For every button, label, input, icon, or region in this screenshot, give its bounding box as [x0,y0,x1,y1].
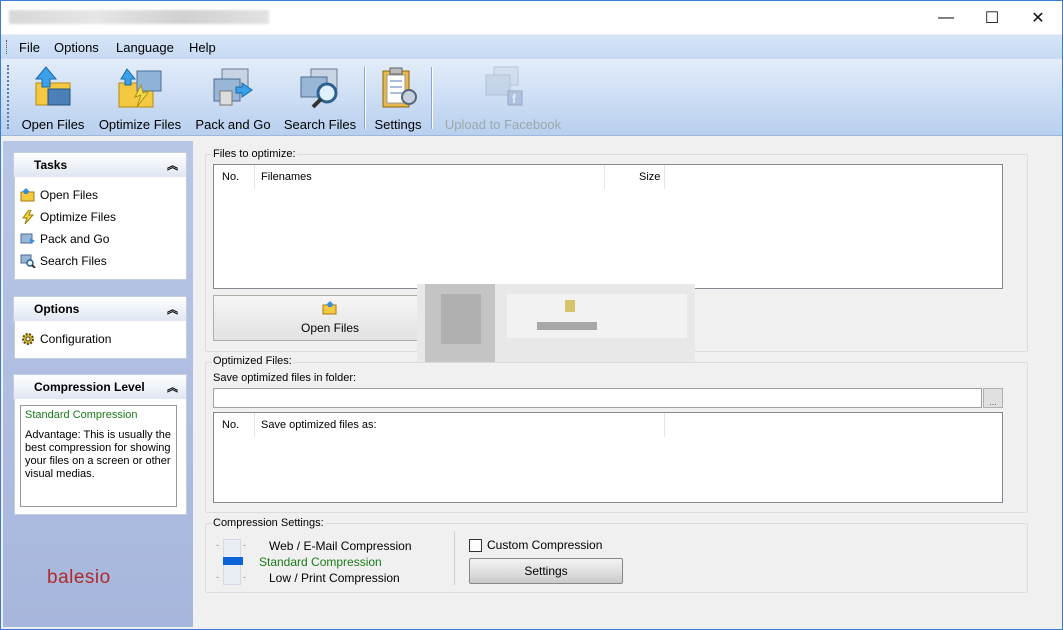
task-search-files[interactable]: Search Files [20,252,107,270]
task-pack-and-go[interactable]: Pack and Go [20,230,109,248]
compression-settings-label: Compression Settings: [212,517,325,529]
level-low-print[interactable]: Low / Print Compression [269,571,400,585]
compression-settings-button[interactable]: Settings [469,558,623,584]
column-save-as[interactable]: Save optimized files as: [261,413,377,437]
column-filenames[interactable]: Filenames [261,165,312,189]
task-sidebar: Tasks ︽ Open Files Optimize Files Pack a… [3,141,193,627]
toolbar-settings-button[interactable]: Settings [371,59,425,135]
gear-icon [22,333,34,345]
menu-file[interactable]: File [19,40,40,55]
compression-info-box: Standard Compression Advantage: This is … [20,405,177,507]
level-web-email[interactable]: Web / E-Mail Compression [269,539,412,553]
column-no[interactable]: No. [222,165,239,189]
files-to-optimize-label: Files to optimize: [212,148,297,160]
slider-tick: - [216,572,219,582]
toolbar: Open Files Optimize Files Pack and Go Se… [1,59,1062,136]
upload-facebook-icon: f [485,66,523,106]
menu-help[interactable]: Help [189,40,216,55]
menu-language[interactable]: Language [116,40,174,55]
pack-icon [20,233,35,244]
title-bar: — ☐ ✕ [1,1,1062,34]
task-open-files[interactable]: Open Files [20,186,98,204]
minimize-button[interactable]: — [923,1,969,34]
column-no[interactable]: No. [222,413,239,437]
task-optimize-files[interactable]: Optimize Files [20,208,116,226]
files-list[interactable]: No. Filenames Size [213,164,1003,289]
compression-description: Advantage: This is usually the best comp… [25,429,171,480]
column-separator [604,165,605,189]
level-standard[interactable]: Standard Compression [259,555,382,569]
compression-panel: Standard Compression Advantage: This is … [14,399,187,515]
compression-slider-thumb[interactable] [223,557,243,565]
compression-panel-header[interactable]: Compression Level ︽ [13,374,187,400]
compression-level-text: Standard Compression [25,409,138,421]
toolbar-upload-facebook-button[interactable]: f Upload to Facebook [439,59,567,135]
open-files-button[interactable]: Open Files [213,295,447,341]
custom-compression-label[interactable]: Custom Compression [487,538,602,552]
column-separator [254,413,255,437]
toolbar-separator [364,67,365,129]
toolbar-search-files-button[interactable]: Search Files [283,59,357,135]
tasks-panel-header[interactable]: Tasks ︽ [13,152,187,178]
optimize-files-icon [118,68,162,108]
collapse-chevron-icon: ︽ [167,382,178,394]
balesio-logo: balesio [47,567,111,588]
collapse-chevron-icon: ︽ [167,304,178,316]
toolbar-optimize-files-button[interactable]: Optimize Files [97,59,183,135]
slider-tick: - [243,572,246,582]
column-separator [254,165,255,189]
column-separator [664,165,665,189]
pixelated-overlay [417,284,695,362]
option-configuration[interactable]: Configuration [20,330,111,348]
save-folder-label: Save optimized files in folder: [212,372,358,384]
app-window: — ☐ ✕ File Options Language Help Open Fi… [0,0,1063,630]
close-button[interactable]: ✕ [1015,1,1061,34]
open-files-icon [34,66,71,106]
window-title-blurred [9,10,269,24]
folder-open-icon [322,301,337,315]
optimized-files-list[interactable]: No. Save optimized files as: [213,412,1003,503]
toolbar-grip [7,65,11,129]
save-folder-input[interactable] [213,388,982,408]
menu-bar: File Options Language Help [1,35,1062,59]
slider-tick: - [243,540,246,550]
column-separator [664,413,665,437]
browse-folder-button[interactable]: ... [983,388,1003,408]
toolbar-pack-and-go-button[interactable]: Pack and Go [193,59,273,135]
optimized-files-label: Optimized Files: [212,355,293,367]
search-files-icon [300,68,338,109]
options-panel: Configuration [14,321,187,359]
slider-tick: - [216,540,219,550]
settings-divider [454,531,455,585]
lightning-icon [22,210,35,224]
menu-options[interactable]: Options [54,40,99,55]
options-panel-header[interactable]: Options ︽ [13,296,187,322]
menu-grip [6,40,9,54]
tasks-panel: Open Files Optimize Files Pack and Go Se… [14,177,187,280]
search-icon [20,254,36,268]
collapse-chevron-icon: ︽ [167,160,178,172]
folder-open-icon [20,188,35,202]
column-size[interactable]: Size [639,165,660,189]
toolbar-open-files-button[interactable]: Open Files [17,59,89,135]
maximize-button[interactable]: ☐ [969,1,1015,34]
pack-and-go-icon [213,68,253,106]
toolbar-separator [431,67,432,129]
settings-icon [382,67,417,108]
custom-compression-checkbox[interactable] [469,539,482,552]
